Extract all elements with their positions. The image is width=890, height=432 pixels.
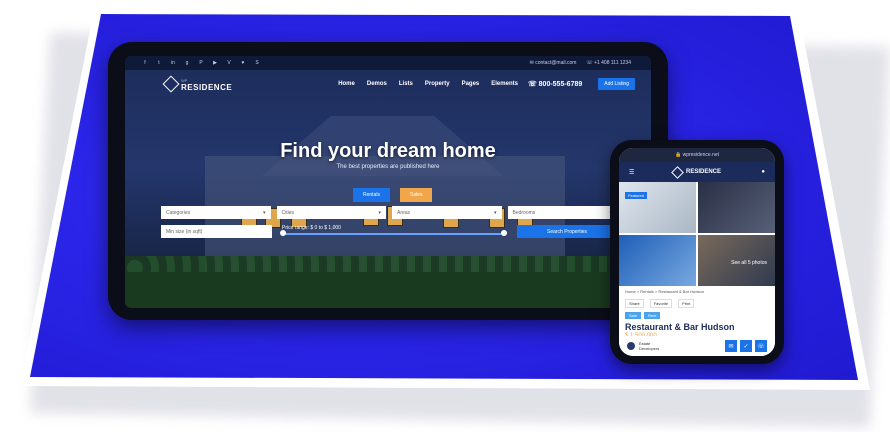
slider-max-handle[interactable] — [501, 230, 507, 236]
main-nav: WP RESIDENCE Home Demos Lists Property P… — [125, 70, 651, 98]
tag-rent[interactable]: Rent — [644, 312, 661, 319]
nav-item-demos[interactable]: Demos — [367, 81, 387, 87]
tablet-screen: f t in g P ▶ V ♥ S ✉ contact@mail.com ☏ … — [125, 56, 651, 308]
tag-sale[interactable]: Sale — [625, 312, 642, 319]
youtube-icon[interactable]: ▶ — [211, 60, 219, 66]
agent-bar: Estate Developers ✉ ✓ ☏ — [619, 336, 775, 356]
see-all-photos-link[interactable]: See all 5 photos — [731, 260, 767, 266]
nav-item-home[interactable]: Home — [338, 81, 355, 87]
cities-select[interactable]: Cities ▾ — [276, 206, 386, 219]
property-gallery[interactable]: Featured See all 5 photos — [619, 182, 775, 286]
chevron-down-icon: ▾ — [378, 209, 381, 216]
hero-subtitle: The best properties are published here — [336, 164, 440, 170]
logo[interactable]: WP RESIDENCE — [162, 75, 233, 93]
nav-phone[interactable]: ☏ 800-555-6789 — [528, 80, 582, 88]
heart-icon[interactable]: ♥ — [239, 60, 247, 66]
price-range-slider[interactable]: Price range: $ 0 to $ 1,000 — [278, 225, 511, 238]
phone-screen: 🔒 wpresidence.net ☰ RESIDENCE ● Featured… — [619, 148, 775, 356]
categories-label: Categories — [166, 209, 191, 216]
agent-line2: Developers — [639, 346, 660, 351]
email-icon[interactable]: ✉ — [725, 340, 737, 352]
property-actions: Share Favorite Print — [619, 297, 775, 310]
price-range-label: Price range: $ 0 to $ 1,000 — [282, 225, 341, 231]
logo-text: RESIDENCE — [181, 83, 233, 92]
phone-nav: ☰ RESIDENCE ● — [619, 162, 775, 182]
gallery-photo[interactable] — [619, 235, 696, 286]
linkedin-icon[interactable]: in — [169, 60, 177, 66]
contact-info: ✉ contact@mail.com ☏ +1 408 111 1234 — [530, 60, 631, 66]
featured-badge: Featured — [625, 192, 648, 199]
pinterest-icon[interactable]: P — [197, 60, 205, 66]
search-tabs: Rentals Sales — [353, 188, 433, 202]
nav-menu: Home Demos Lists Property Pages Elements — [338, 81, 518, 87]
print-button[interactable]: Print — [678, 299, 695, 308]
phone-url-bar[interactable]: 🔒 wpresidence.net — [619, 148, 775, 162]
categories-select[interactable]: Categories ▾ — [161, 206, 271, 219]
hero-title: Find your dream home — [280, 140, 496, 162]
social-links: f t in g P ▶ V ♥ S — [141, 60, 261, 66]
nav-item-lists[interactable]: Lists — [399, 81, 413, 87]
facebook-icon[interactable]: f — [141, 60, 149, 66]
agent-avatar — [627, 342, 635, 350]
phone-logo-text[interactable]: RESIDENCE — [686, 169, 721, 175]
vimeo-icon[interactable]: V — [225, 60, 233, 66]
slider-track — [282, 233, 505, 235]
areas-label: Areas — [397, 209, 411, 216]
gallery-photo[interactable] — [619, 182, 696, 233]
bedrooms-select[interactable]: Bedrooms▾ — [507, 206, 617, 219]
tab-sales[interactable]: Sales — [399, 188, 433, 202]
user-icon[interactable]: ● — [761, 169, 765, 175]
tablet-device: f t in g P ▶ V ♥ S ✉ contact@mail.com ☏ … — [108, 42, 668, 320]
logo-diamond-icon — [671, 165, 684, 179]
areas-select[interactable]: Areas ▾ — [392, 206, 502, 219]
nav-item-elements[interactable]: Elements — [491, 81, 518, 87]
nav-item-pages[interactable]: Pages — [462, 81, 480, 87]
slider-min-handle[interactable] — [280, 230, 286, 236]
search-properties-button[interactable]: Search Properties — [517, 225, 617, 238]
google-icon[interactable]: g — [183, 60, 191, 66]
property-title: Restaurant & Bar Hudson — [625, 322, 735, 332]
bedrooms-label: Bedrooms — [512, 209, 536, 216]
min-size-input[interactable]: Min size (in sqft) — [161, 225, 272, 238]
tab-rentals[interactable]: Rentals — [353, 188, 390, 202]
contact-phone[interactable]: ☏ +1 408 111 1234 — [586, 60, 631, 66]
chevron-down-icon: ▾ — [262, 209, 266, 216]
favorite-button[interactable]: Favorite — [649, 299, 673, 308]
contact-buttons: ✉ ✓ ☏ — [725, 340, 767, 352]
breadcrumb: Home > Rentals > Restaurant & Bar Hudson — [625, 289, 704, 294]
contact-email[interactable]: ✉ contact@mail.com — [530, 60, 577, 66]
hamburger-menu-icon[interactable]: ☰ — [629, 169, 634, 176]
lawn — [125, 272, 651, 308]
logo-diamond-icon — [162, 75, 180, 93]
search-filters: Categories ▾ Cities ▾ Areas ▾ Bedrooms▾ Min… — [161, 206, 617, 238]
twitter-icon[interactable]: t — [155, 60, 163, 66]
property-tags: Sale Rent — [619, 310, 775, 321]
nav-item-property[interactable]: Property — [425, 81, 450, 87]
gallery-photo[interactable] — [698, 182, 775, 233]
phone-icon[interactable]: ☏ — [755, 340, 767, 352]
cities-label: Cities — [281, 209, 295, 216]
agent-info[interactable]: Estate Developers — [639, 341, 659, 351]
share-button[interactable]: Share — [625, 299, 644, 308]
topbar: f t in g P ▶ V ♥ S ✉ contact@mail.com ☏ … — [125, 56, 651, 70]
add-listing-button[interactable]: Add Listing — [598, 78, 635, 90]
check-icon[interactable]: ✓ — [740, 340, 752, 352]
chevron-down-icon: ▾ — [493, 209, 497, 216]
phone-device: 🔒 wpresidence.net ☰ RESIDENCE ● Featured… — [610, 140, 784, 364]
skype-icon[interactable]: S — [253, 60, 261, 66]
